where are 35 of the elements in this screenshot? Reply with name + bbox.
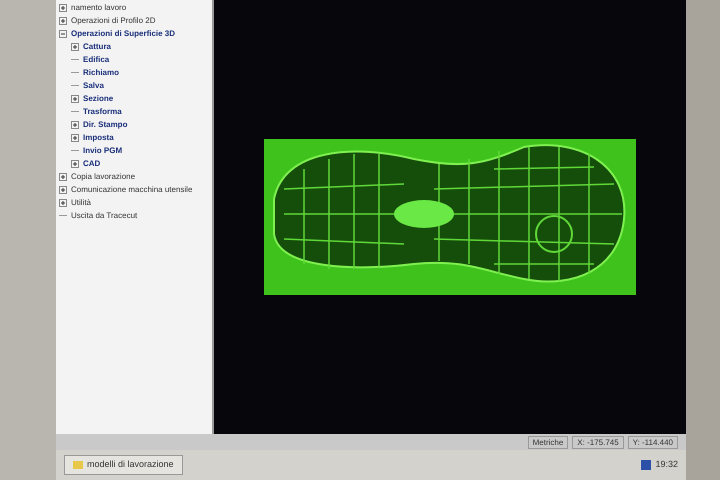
tree-item[interactable]: Utilità [71,196,92,208]
tree-item[interactable]: CAD [83,158,100,170]
tree-item[interactable]: Edifica [83,54,110,66]
status-field: Y: -114.440 [628,436,678,448]
tree-item[interactable]: Uscita da Tracecut [71,210,138,222]
expand-icon[interactable] [71,94,79,102]
clock: 19:32 [655,458,678,472]
tree-item[interactable]: Operazioni di Superficie 3D [71,28,176,40]
expand-icon[interactable] [71,160,79,168]
expand-icon[interactable] [59,198,67,206]
tree-item[interactable]: Imposta [83,132,114,144]
tree-item[interactable]: Comunicazione macchina utensile [71,184,192,196]
taskbar-window-button[interactable]: modelli di lavorazione [64,455,183,475]
expand-icon[interactable] [71,134,79,142]
tree-item[interactable]: Richiamo [83,66,120,78]
tray-icon[interactable] [641,460,652,470]
folder-icon [73,461,83,469]
tree-item[interactable]: namento lavoro [71,2,126,14]
tree-item[interactable]: Operazioni di Profilo 2D [71,14,156,26]
tree-item[interactable]: Sezione [83,92,114,104]
tree-item[interactable]: Trasforma [83,106,122,118]
tree-item[interactable]: Dir. Stampo [83,118,128,130]
collapse-icon[interactable] [59,30,67,38]
expand-icon[interactable] [59,186,67,194]
expand-icon[interactable] [59,4,67,12]
expand-icon[interactable] [59,16,67,24]
expand-icon[interactable] [71,42,79,50]
tree-item[interactable]: Invio PGM [83,144,122,156]
expand-icon[interactable] [59,172,67,180]
status-field: Metriche [528,436,568,448]
tree-item[interactable]: Copia lavorazione [71,170,136,182]
tree-item[interactable]: Cattura [83,40,112,52]
tree-item[interactable]: Salva [83,80,104,92]
status-field: X: -175.745 [572,436,624,448]
expand-icon[interactable] [71,120,79,128]
